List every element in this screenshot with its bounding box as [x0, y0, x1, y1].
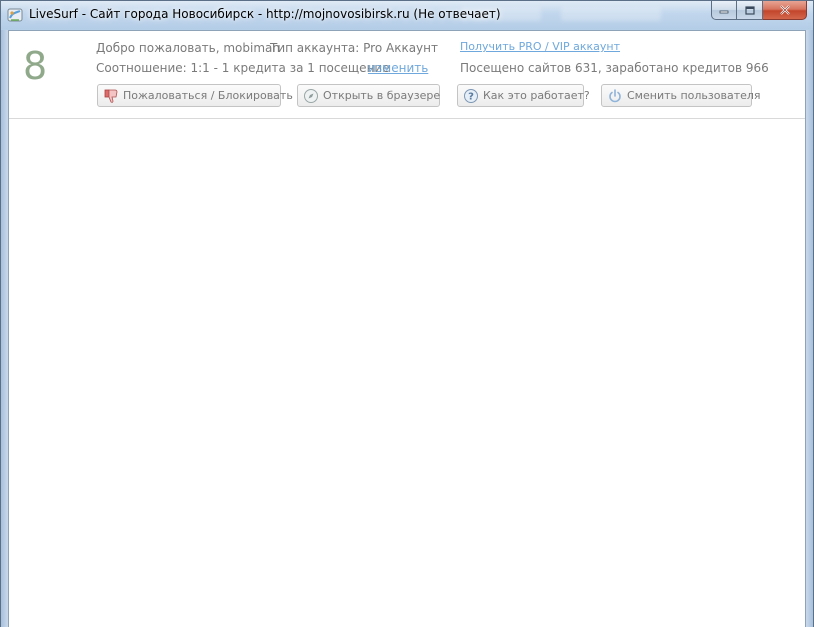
- close-button[interactable]: [763, 1, 807, 20]
- countdown-counter: 8: [23, 44, 48, 88]
- complain-block-button[interactable]: Пожаловаться / Блокировать: [97, 84, 293, 107]
- window-frame-right: [806, 30, 813, 627]
- thumbs-down-icon: [104, 89, 118, 103]
- how-it-works-button[interactable]: ? Как это работает?: [457, 84, 590, 107]
- window-title: LiveSurf - Сайт города Новосибирск - htt…: [29, 7, 501, 21]
- switch-user-button[interactable]: Сменить пользователя: [601, 84, 761, 107]
- page-content-area: [9, 119, 805, 627]
- header-panel: 8 Добро пожаловать, mobiman Тип аккаунта…: [9, 31, 805, 119]
- compass-icon: [304, 88, 318, 103]
- get-pro-link[interactable]: Получить PRO / VIP аккаунт: [460, 40, 620, 53]
- open-in-browser-label: Открыть в браузере: [323, 89, 441, 102]
- maximize-button[interactable]: [737, 1, 763, 20]
- open-in-browser-button[interactable]: Открыть в браузере: [297, 84, 440, 107]
- stats-text: Посещено сайтов 631, заработано кредитов…: [460, 61, 769, 75]
- ratio-text: Соотношение: 1:1 - 1 кредита за 1 посеще…: [96, 61, 390, 75]
- app-window: LiveSurf - Сайт города Новосибирск - htt…: [0, 0, 814, 627]
- window-frame-left: [1, 30, 8, 627]
- minimize-button[interactable]: [711, 1, 737, 20]
- how-it-works-label: Как это работает?: [483, 89, 590, 102]
- account-type-text: Тип аккаунта: Pro Аккаунт: [270, 41, 438, 55]
- switch-user-label: Сменить пользователя: [627, 89, 761, 102]
- complain-block-label: Пожаловаться / Блокировать: [123, 89, 293, 102]
- help-question-icon: ?: [464, 88, 478, 103]
- power-icon: [609, 88, 621, 102]
- minimize-icon: [719, 10, 729, 14]
- caption-buttons: [711, 1, 807, 20]
- title-bar[interactable]: LiveSurf - Сайт города Новосибирск - htt…: [1, 1, 813, 29]
- close-icon: [779, 5, 790, 15]
- title-bar-blur: [561, 7, 661, 21]
- livesurf-app-icon: [7, 8, 23, 22]
- client-area: 8 Добро пожаловать, mobiman Тип аккаунта…: [8, 30, 806, 627]
- maximize-icon: [744, 5, 755, 15]
- svg-text:?: ?: [468, 91, 474, 102]
- welcome-text: Добро пожаловать, mobiman: [96, 41, 281, 55]
- change-ratio-link[interactable]: изменить: [368, 61, 428, 75]
